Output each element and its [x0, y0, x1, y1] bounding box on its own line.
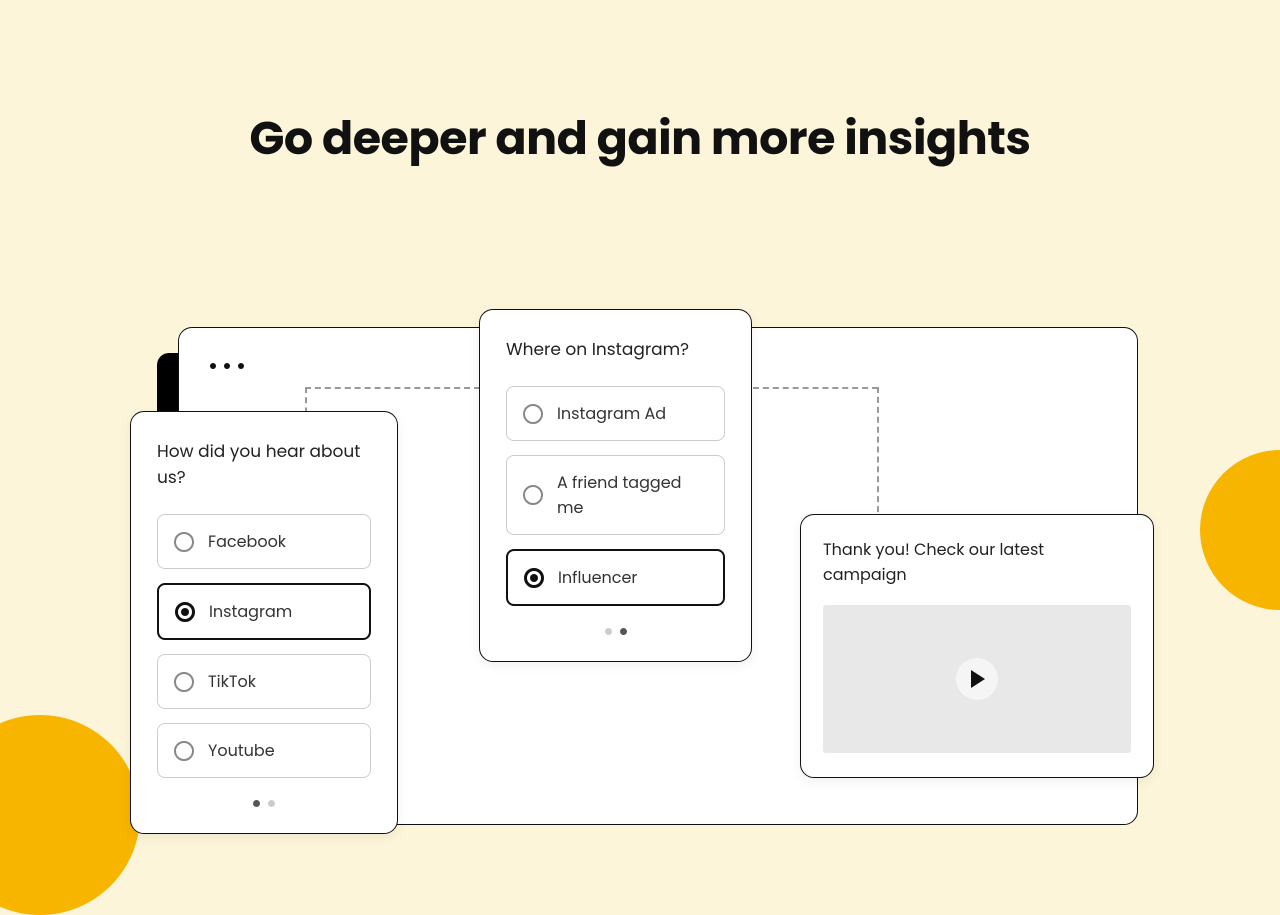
question-text: How did you hear about us? — [157, 438, 371, 490]
connector-line — [753, 387, 878, 389]
option-youtube[interactable]: Youtube — [157, 723, 371, 778]
pager-dot — [268, 800, 275, 807]
page-indicator — [506, 628, 725, 635]
thank-you-card: Thank you! Check our latest campaign — [800, 514, 1154, 778]
connector-line — [877, 387, 879, 522]
option-tiktok[interactable]: TikTok — [157, 654, 371, 709]
radio-icon — [174, 741, 194, 761]
radio-icon — [523, 404, 543, 424]
option-label: Instagram — [209, 599, 292, 624]
radio-icon — [523, 485, 543, 505]
option-instagram[interactable]: Instagram — [157, 583, 371, 640]
option-label: A friend tagged me — [557, 470, 708, 520]
option-label: TikTok — [208, 669, 256, 694]
play-button[interactable] — [956, 658, 998, 700]
pager-dot — [253, 800, 260, 807]
option-friend-tagged[interactable]: A friend tagged me — [506, 455, 725, 535]
pager-dot — [605, 628, 612, 635]
window-dots-icon — [210, 363, 244, 369]
play-icon — [971, 670, 987, 688]
decorative-circle — [1200, 450, 1280, 610]
thank-you-message: Thank you! Check our latest campaign — [823, 537, 1131, 587]
radio-icon — [174, 672, 194, 692]
radio-icon — [174, 532, 194, 552]
radio-icon — [524, 568, 544, 588]
decorative-circle — [0, 715, 140, 915]
option-label: Facebook — [208, 529, 286, 554]
question-text: Where on Instagram? — [506, 336, 725, 362]
option-influencer[interactable]: Influencer — [506, 549, 725, 606]
radio-icon — [175, 602, 195, 622]
option-instagram-ad[interactable]: Instagram Ad — [506, 386, 725, 441]
pager-dot — [620, 628, 627, 635]
option-facebook[interactable]: Facebook — [157, 514, 371, 569]
survey-card-1: How did you hear about us? Facebook Inst… — [130, 411, 398, 834]
connector-line — [305, 387, 480, 389]
video-thumbnail[interactable] — [823, 605, 1131, 753]
option-label: Influencer — [558, 565, 637, 590]
option-label: Instagram Ad — [557, 401, 666, 426]
page-title: Go deeper and gain more insights — [0, 105, 1280, 174]
page-indicator — [157, 800, 371, 807]
survey-card-2: Where on Instagram? Instagram Ad A frien… — [479, 309, 752, 662]
option-label: Youtube — [208, 738, 275, 763]
